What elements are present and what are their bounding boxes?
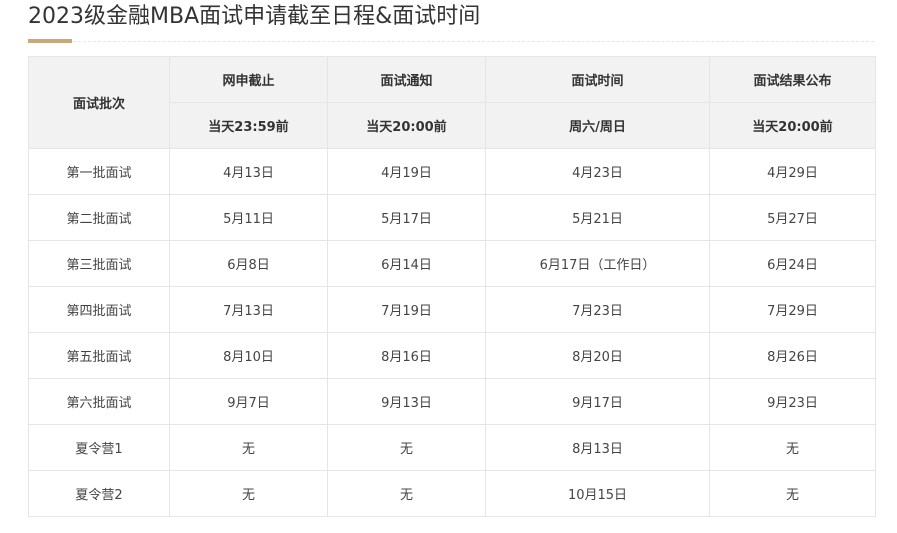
application-deadline: 无 (169, 470, 328, 517)
interview-notice: 6月14日 (327, 240, 486, 287)
header-sub-notice-time: 当天20:00前 (327, 102, 486, 149)
result-date: 6月24日 (709, 240, 876, 287)
interview-date: 6月17日（工作日） (485, 240, 710, 287)
header-sub-result-time: 当天20:00前 (709, 102, 876, 149)
batch-name: 第一批面试 (28, 148, 170, 195)
result-date: 无 (709, 470, 876, 517)
header-sub-deadline-time: 当天23:59前 (169, 102, 328, 149)
interview-date: 8月13日 (485, 424, 710, 471)
batch-name: 第五批面试 (28, 332, 170, 379)
interview-notice: 7月19日 (327, 286, 486, 333)
table-row: 第六批面试 9月7日 9月13日 9月17日 9月23日 (28, 378, 876, 425)
application-deadline: 7月13日 (169, 286, 328, 333)
interview-schedule-table: 面试批次 网申截止 面试通知 面试时间 面试结果公布 当天23:59前 当天20… (28, 56, 876, 517)
title-divider (28, 41, 874, 42)
application-deadline: 无 (169, 424, 328, 471)
header-interview-notice: 面试通知 (327, 56, 486, 103)
batch-name: 第六批面试 (28, 378, 170, 425)
batch-name: 夏令营2 (28, 470, 170, 517)
application-deadline: 4月13日 (169, 148, 328, 195)
batch-name: 第三批面试 (28, 240, 170, 287)
table-row: 第三批面试 6月8日 6月14日 6月17日（工作日） 6月24日 (28, 240, 876, 287)
interview-notice: 5月17日 (327, 194, 486, 241)
table-row: 夏令营2 无 无 10月15日 无 (28, 470, 876, 517)
header-result-announcement: 面试结果公布 (709, 56, 876, 103)
table-row: 第一批面试 4月13日 4月19日 4月23日 4月29日 (28, 148, 876, 195)
table-row: 第二批面试 5月11日 5月17日 5月21日 5月27日 (28, 194, 876, 241)
table-row: 夏令营1 无 无 8月13日 无 (28, 424, 876, 471)
header-row-main: 面试批次 网申截止 面试通知 面试时间 面试结果公布 (28, 56, 876, 149)
interview-notice: 4月19日 (327, 148, 486, 195)
table-body: 第一批面试 4月13日 4月19日 4月23日 4月29日 第二批面试 5月11… (28, 148, 876, 517)
interview-notice: 9月13日 (327, 378, 486, 425)
batch-name: 夏令营1 (28, 424, 170, 471)
result-date: 8月26日 (709, 332, 876, 379)
table-header: 面试批次 网申截止 面试通知 面试时间 面试结果公布 当天23:59前 当天20… (28, 56, 876, 149)
result-date: 无 (709, 424, 876, 471)
interview-notice: 无 (327, 470, 486, 517)
title-accent-bar (28, 39, 72, 43)
interview-date: 5月21日 (485, 194, 710, 241)
interview-date: 7月23日 (485, 286, 710, 333)
interview-notice: 无 (327, 424, 486, 471)
interview-date: 8月20日 (485, 332, 710, 379)
application-deadline: 9月7日 (169, 378, 328, 425)
page-title: 2023级金融MBA面试申请截至日程&面试时间 (28, 4, 481, 29)
application-deadline: 8月10日 (169, 332, 328, 379)
batch-name: 第四批面试 (28, 286, 170, 333)
header-batch: 面试批次 (28, 56, 170, 149)
result-date: 4月29日 (709, 148, 876, 195)
result-date: 5月27日 (709, 194, 876, 241)
interview-date: 4月23日 (485, 148, 710, 195)
interview-notice: 8月16日 (327, 332, 486, 379)
table-row: 第五批面试 8月10日 8月16日 8月20日 8月26日 (28, 332, 876, 379)
result-date: 7月29日 (709, 286, 876, 333)
interview-date: 10月15日 (485, 470, 710, 517)
application-deadline: 6月8日 (169, 240, 328, 287)
table-row: 第四批面试 7月13日 7月19日 7月23日 7月29日 (28, 286, 876, 333)
header-application-deadline: 网申截止 (169, 56, 328, 103)
result-date: 9月23日 (709, 378, 876, 425)
interview-date: 9月17日 (485, 378, 710, 425)
application-deadline: 5月11日 (169, 194, 328, 241)
header-sub-interview-days: 周六/周日 (485, 102, 710, 149)
batch-name: 第二批面试 (28, 194, 170, 241)
header-interview-time: 面试时间 (485, 56, 710, 103)
